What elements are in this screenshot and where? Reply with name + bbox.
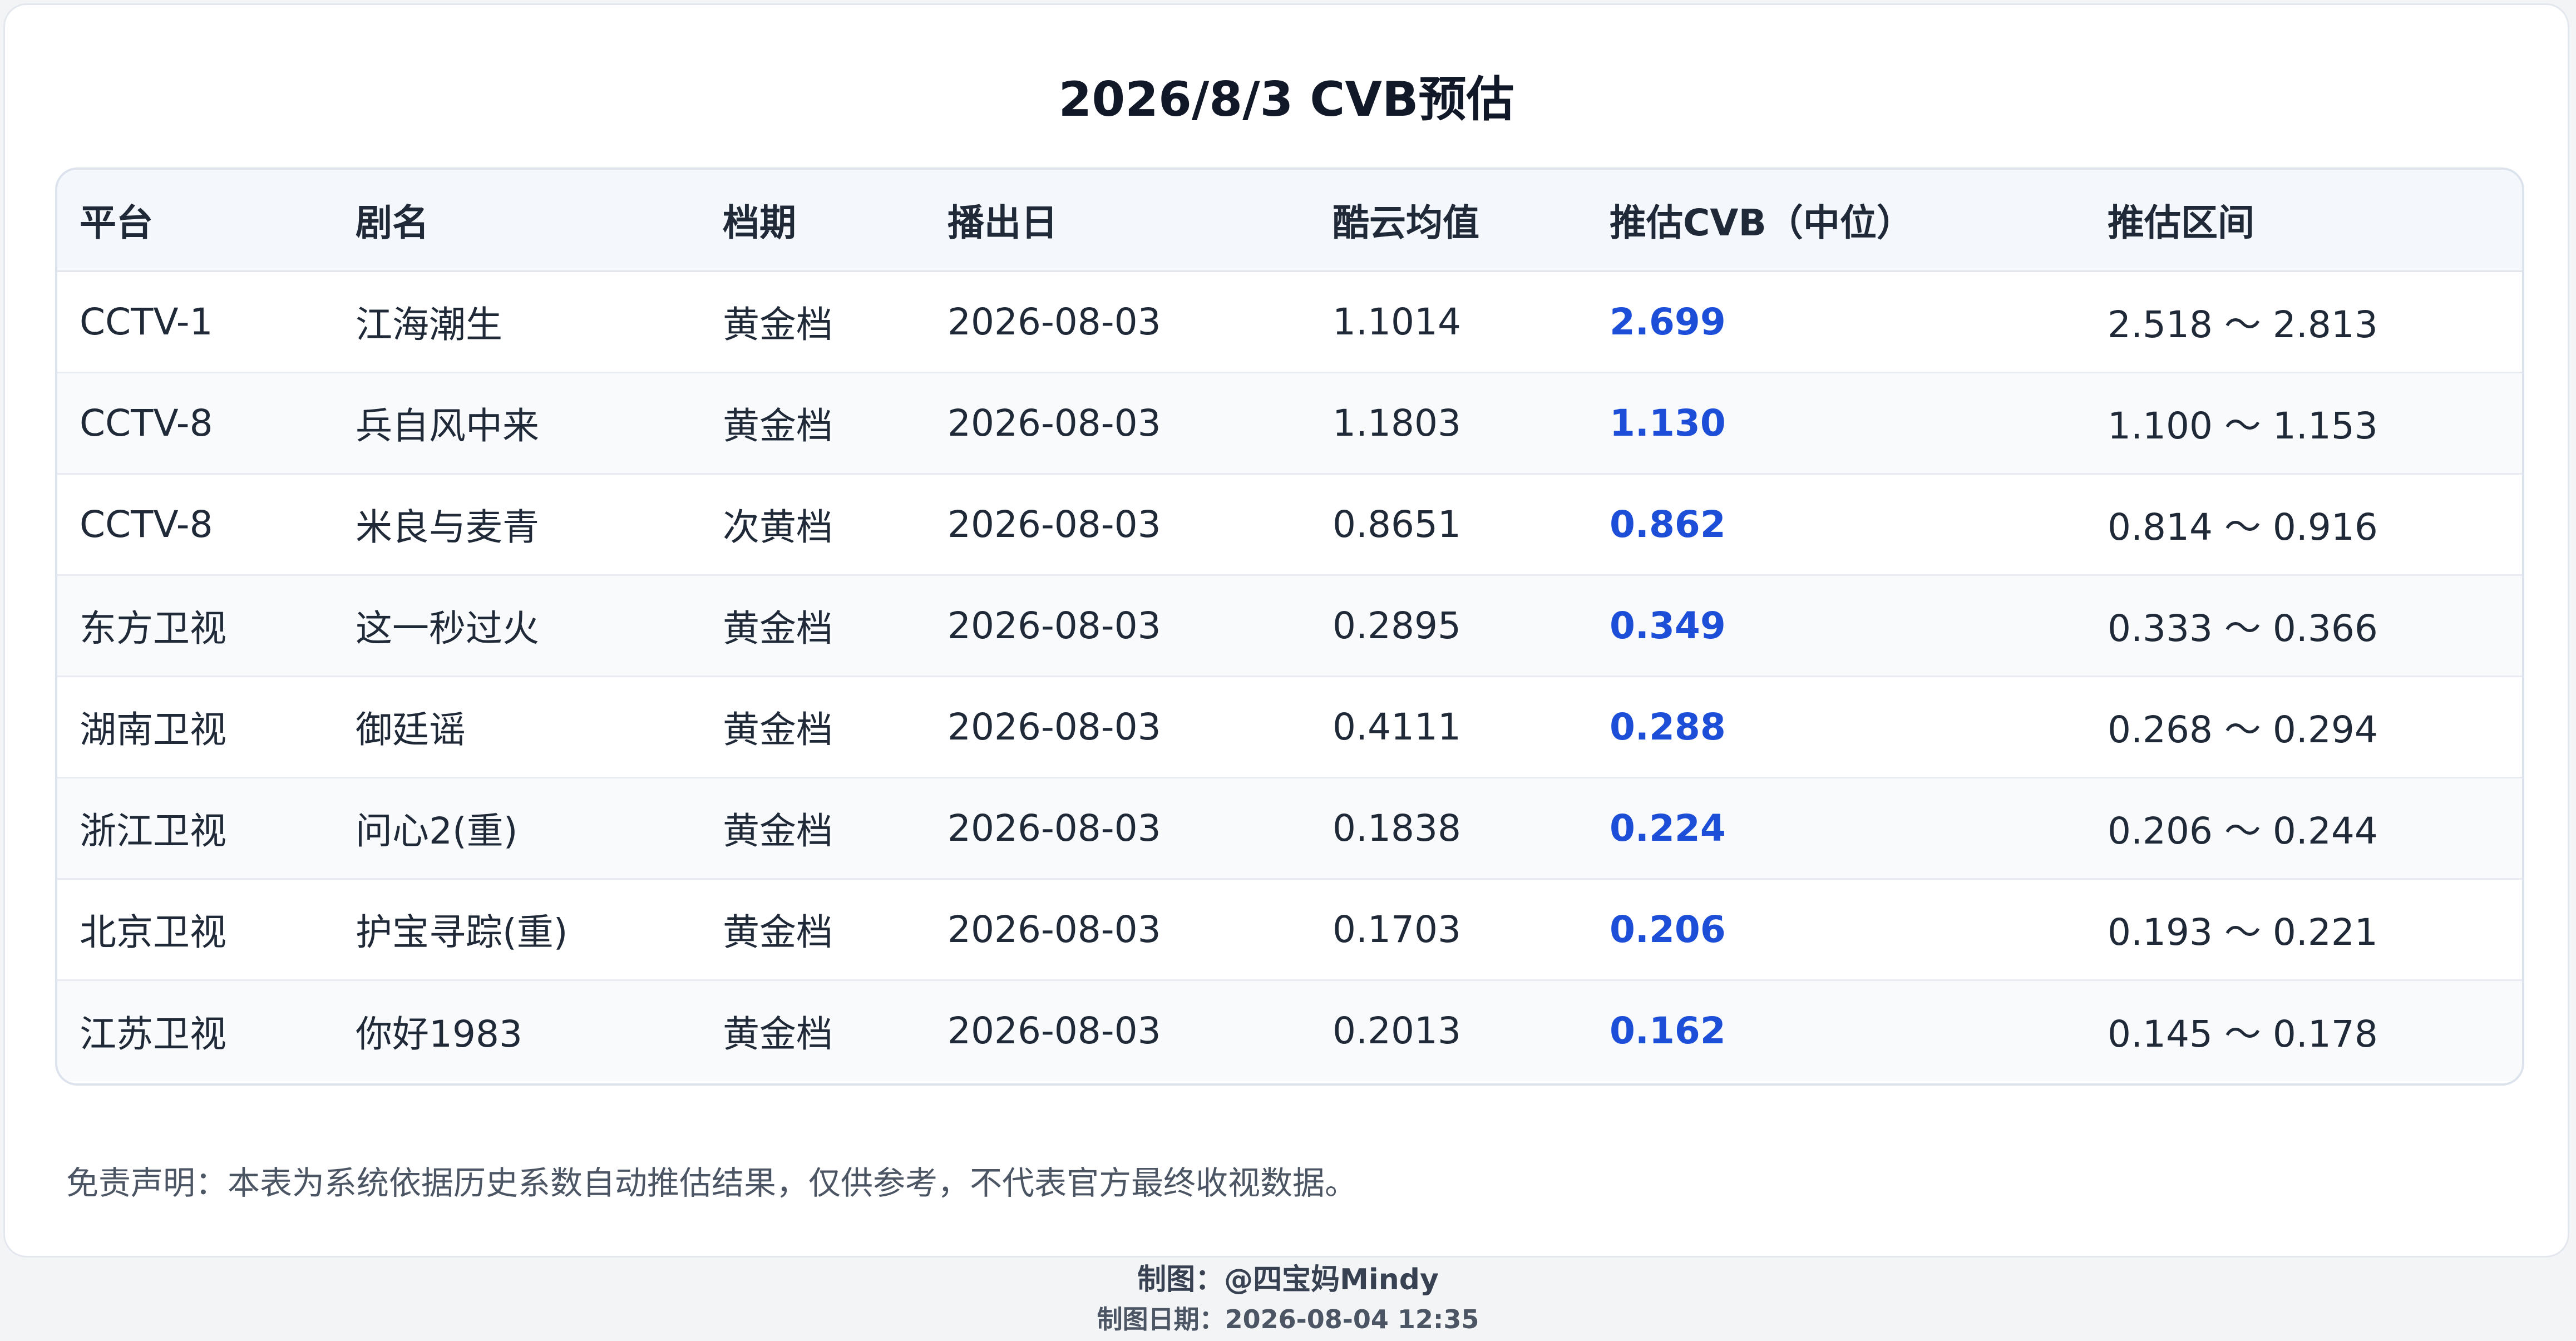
- cell-air-date: 2026-08-03: [925, 372, 1310, 475]
- cell-kuyun-avg: 1.1014: [1310, 271, 1587, 373]
- cell-time-slot: 黄金档: [700, 271, 925, 373]
- cell-drama-name: 护宝寻踪(重): [333, 879, 700, 981]
- cell-range: 0.206 ～ 0.244: [2085, 777, 2522, 880]
- cell-range: 0.333 ～ 0.366: [2085, 575, 2522, 677]
- header-range: 推估区间: [2085, 170, 2522, 272]
- footer-date: 制图日期：2026-08-04 12:35: [1097, 1304, 1479, 1334]
- cell-drama-name: 你好1983: [356, 1012, 522, 1056]
- header-air-date: 播出日: [925, 170, 1310, 272]
- footer-maker: 制图：@四宝妈Mindy: [1137, 1263, 1439, 1296]
- cell-drama-name: 兵自风中来: [333, 372, 700, 475]
- cell-time-slot: 黄金档: [700, 879, 925, 981]
- table-row: 浙江卫视 问心2(重) 黄金档 2026-08-03 0.1838 0.224 …: [57, 777, 2522, 880]
- table-row: CCTV-8 兵自风中来 黄金档 2026-08-03 1.1803 1.130…: [57, 372, 2522, 475]
- table-row: 江苏卫视 你好1983 黄金档 2026-08-03 0.2013 0.162 …: [57, 980, 2522, 1081]
- cell-drama-name: 江海潮生: [333, 271, 700, 373]
- cell-platform: CCTV-8: [57, 474, 333, 576]
- cell-cvb-median: 1.130: [1587, 372, 2085, 475]
- table-row: CCTV-8 米良与麦青 次黄档 2026-08-03 0.8651 0.862…: [57, 474, 2522, 576]
- cell-air-date: 2026-08-03: [925, 575, 1310, 677]
- cell-air-date: 2026-08-03: [948, 1009, 1161, 1053]
- page-title: 2026/8/3 CVB预估: [1058, 72, 1514, 127]
- cell-kuyun-avg: 0.1703: [1310, 879, 1587, 981]
- cell-drama-name: 问心2(重): [333, 777, 700, 880]
- disclaimer-text: 免责声明：本表为系统依据历史系数自动推估结果，仅供参考，不代表官方最终收视数据。: [66, 1164, 1358, 1202]
- table-row: 北京卫视 护宝寻踪(重) 黄金档 2026-08-03 0.1703 0.206…: [57, 879, 2522, 981]
- cell-range: 0.193 ～ 0.221: [2085, 879, 2522, 981]
- cell-platform: 湖南卫视: [57, 676, 333, 778]
- cell-platform: 东方卫视: [57, 575, 333, 677]
- cell-range: 2.518 ～ 2.813: [2085, 271, 2522, 373]
- cell-platform: CCTV-8: [57, 372, 333, 475]
- header-kuyun-avg: 酷云均值: [1310, 170, 1587, 272]
- cell-range: 1.100 ～ 1.153: [2085, 372, 2522, 475]
- cell-time-slot: 黄金档: [700, 575, 925, 677]
- report-card: 2026/8/3 CVB预估 平台 剧名 档期 播出日 酷云均值 推估CVB（中…: [3, 3, 2569, 1258]
- cell-time-slot: 黄金档: [700, 777, 925, 880]
- cell-kuyun-avg: 1.1803: [1310, 372, 1587, 475]
- cell-range: 0.268 ～ 0.294: [2085, 676, 2522, 778]
- cell-time-slot: 黄金档: [700, 676, 925, 778]
- cell-platform: 浙江卫视: [57, 777, 333, 880]
- table-header-row: 平台 剧名 档期 播出日 酷云均值 推估CVB（中位） 推估区间: [57, 170, 2522, 272]
- header-platform: 平台: [57, 170, 333, 272]
- cell-drama-name: 米良与麦青: [333, 474, 700, 576]
- header-cvb-median: 推估CVB（中位）: [1587, 170, 2085, 272]
- cvb-table-container: 平台 剧名 档期 播出日 酷云均值 推估CVB（中位） 推估区间 CCTV-1 …: [55, 167, 2524, 1086]
- cell-time-slot: 次黄档: [700, 474, 925, 576]
- cell-drama-name: 御廷谣: [333, 676, 700, 778]
- cell-cvb-median: 0.224: [1587, 777, 2085, 880]
- cell-kuyun-avg: 0.2895: [1310, 575, 1587, 677]
- cell-cvb-median: 0.206: [1587, 879, 2085, 981]
- cell-air-date: 2026-08-03: [925, 676, 1310, 778]
- cell-cvb-median: 0.162: [1610, 1009, 1726, 1053]
- table-row: CCTV-1 江海潮生 黄金档 2026-08-03 1.1014 2.699 …: [57, 271, 2522, 373]
- cell-platform: CCTV-1: [57, 271, 333, 373]
- cell-platform: 江苏卫视: [80, 1012, 226, 1056]
- table-row: 东方卫视 这一秒过火 黄金档 2026-08-03 0.2895 0.349 0…: [57, 575, 2522, 677]
- cell-kuyun-avg: 0.8651: [1310, 474, 1587, 576]
- cell-drama-name: 这一秒过火: [333, 575, 700, 677]
- cell-platform: 北京卫视: [57, 879, 333, 981]
- cell-air-date: 2026-08-03: [925, 777, 1310, 880]
- cvb-table: 平台 剧名 档期 播出日 酷云均值 推估CVB（中位） 推估区间 CCTV-1 …: [57, 170, 2522, 1081]
- cell-cvb-median: 0.349: [1587, 575, 2085, 677]
- cell-air-date: 2026-08-03: [925, 474, 1310, 576]
- cell-cvb-median: 2.699: [1587, 271, 2085, 373]
- cell-cvb-median: 0.288: [1587, 676, 2085, 778]
- cell-air-date: 2026-08-03: [925, 879, 1310, 981]
- cell-air-date: 2026-08-03: [925, 271, 1310, 373]
- cell-kuyun-avg: 0.4111: [1310, 676, 1587, 778]
- table-row: 湖南卫视 御廷谣 黄金档 2026-08-03 0.4111 0.288 0.2…: [57, 676, 2522, 778]
- cell-range: 0.145 ～ 0.178: [2108, 1012, 2378, 1056]
- cell-kuyun-avg: 0.1838: [1310, 777, 1587, 880]
- cell-range: 0.814 ～ 0.916: [2085, 474, 2522, 576]
- cell-kuyun-avg: 0.2013: [1333, 1009, 1461, 1053]
- header-drama-name: 剧名: [333, 170, 700, 272]
- header-time-slot: 档期: [700, 170, 925, 272]
- cell-cvb-median: 0.862: [1587, 474, 2085, 576]
- cell-time-slot: 黄金档: [700, 372, 925, 475]
- cell-time-slot: 黄金档: [723, 1012, 833, 1056]
